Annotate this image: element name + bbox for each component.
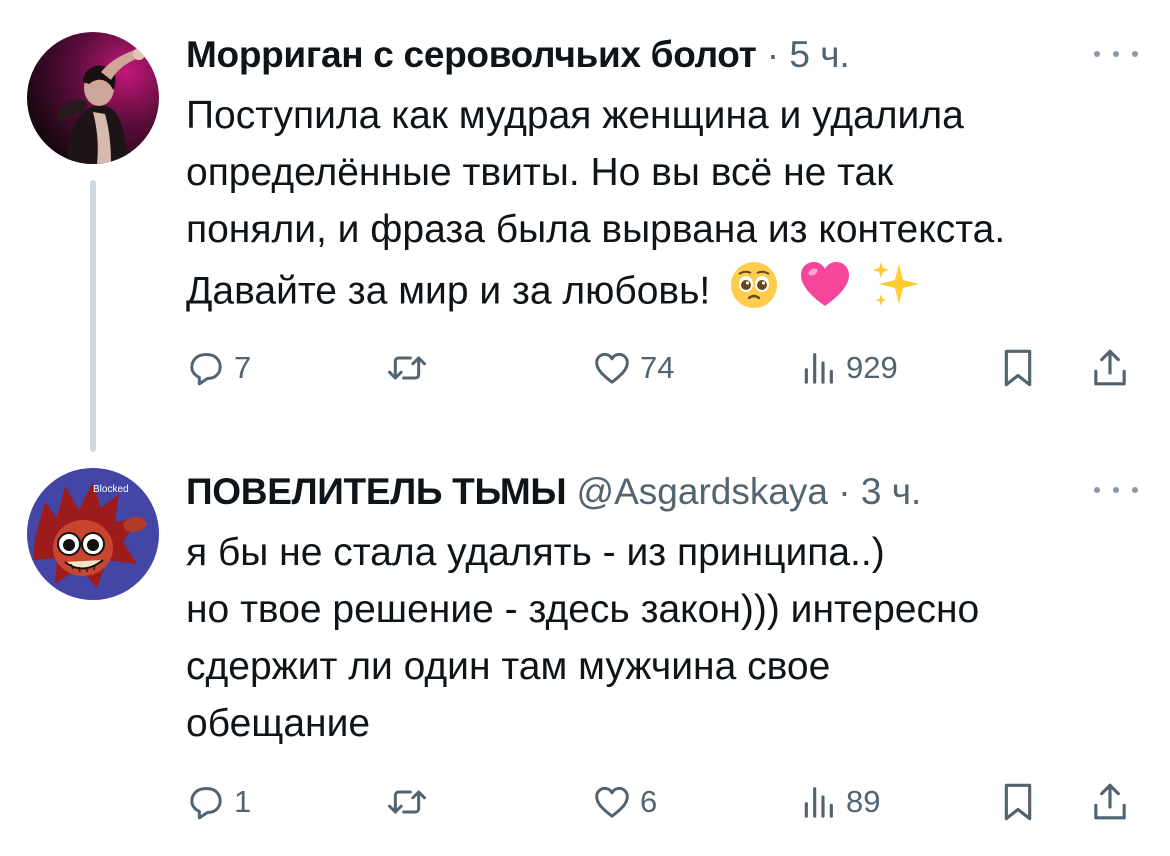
share-button[interactable] <box>1090 778 1130 826</box>
views-chart-icon <box>798 348 838 388</box>
tweet-text: я бы не стала удалять - из принципа..) н… <box>186 524 1146 752</box>
like-button[interactable]: 6 <box>592 778 657 826</box>
retweet-icon <box>384 782 430 822</box>
pleading-face-icon <box>727 258 781 328</box>
like-button[interactable]: 74 <box>592 344 674 392</box>
share-button[interactable] <box>1090 344 1130 392</box>
retweet-button[interactable] <box>384 344 438 392</box>
more-options-icon[interactable] <box>1094 44 1138 64</box>
author-handle[interactable]: @Asgardskaya <box>577 471 828 512</box>
more-options-icon[interactable] <box>1094 480 1138 500</box>
separator-dot: · <box>838 471 851 512</box>
tweet-header: ПОВЕЛИТЕЛЬ ТЬМЫ @Asgardskaya · 3 ч. <box>186 470 921 514</box>
tweet[interactable]: Морриган с сероволчьих болот · 5 ч. Пост… <box>0 0 1170 452</box>
bookmark-button[interactable] <box>998 778 1038 826</box>
avatar[interactable] <box>27 32 159 164</box>
heart-icon <box>592 782 632 822</box>
avatar-badge: Blocked <box>93 484 129 495</box>
action-bar: 7 74 929 <box>186 344 1146 392</box>
text-line: Поступила как мудрая женщина и удалила <box>186 94 964 137</box>
views-chart-icon <box>798 782 838 822</box>
views-count: 929 <box>846 350 898 385</box>
pink-heart-icon <box>798 258 852 328</box>
text-line: обещание <box>186 702 371 745</box>
bookmark-icon <box>998 346 1038 390</box>
like-count: 6 <box>640 784 658 819</box>
text-line: я бы не стала удалять - из принципа..) <box>186 531 885 574</box>
retweet-button[interactable] <box>384 778 438 826</box>
text-line: Давайте за мир и за любовь! <box>186 269 711 313</box>
text-line: но твое решение - здесь закон))) интерес… <box>186 588 980 631</box>
share-icon <box>1090 346 1130 390</box>
separator-dot: · <box>766 34 780 75</box>
reply-count: 7 <box>234 350 252 385</box>
author-name[interactable]: Морриган с сероволчьих болот <box>186 34 757 75</box>
avatar[interactable]: Blocked <box>27 468 159 600</box>
timestamp[interactable]: 5 ч. <box>789 34 849 75</box>
reply-button[interactable]: 7 <box>186 344 251 392</box>
reply-icon <box>186 348 226 388</box>
tweet-text: Поступила как мудрая женщина и удалила о… <box>186 87 1146 328</box>
views-count: 89 <box>846 784 881 819</box>
text-line: поняли, и фраза была вырвана из контекст… <box>186 208 1006 251</box>
heart-icon <box>592 348 632 388</box>
text-line-with-emojis: Давайте за мир и за любовь! <box>186 258 1146 328</box>
views-button[interactable]: 89 <box>798 778 880 826</box>
sparkles-icon <box>869 258 923 328</box>
text-line: определённые твиты. Но вы всё не так <box>186 151 894 194</box>
reply-icon <box>186 782 226 822</box>
tweet[interactable]: Blocked ПОВЕЛИТЕЛЬ ТЬМЫ @Asgardskaya · 3… <box>0 430 1170 856</box>
action-bar: 1 6 89 <box>186 778 1146 826</box>
reply-count: 1 <box>234 784 252 819</box>
thread-line <box>90 180 96 452</box>
text-line: сдержит ли один там мужчина свое <box>186 645 831 688</box>
author-name[interactable]: ПОВЕЛИТЕЛЬ ТЬМЫ <box>186 471 567 512</box>
retweet-icon <box>384 348 430 388</box>
like-count: 74 <box>640 350 675 385</box>
timestamp[interactable]: 3 ч. <box>861 471 921 512</box>
reply-button[interactable]: 1 <box>186 778 251 826</box>
share-icon <box>1090 780 1130 824</box>
views-button[interactable]: 929 <box>798 344 898 392</box>
tweet-header: Морриган с сероволчьих болот · 5 ч. <box>186 33 850 77</box>
bookmark-icon <box>998 780 1038 824</box>
bookmark-button[interactable] <box>998 344 1038 392</box>
